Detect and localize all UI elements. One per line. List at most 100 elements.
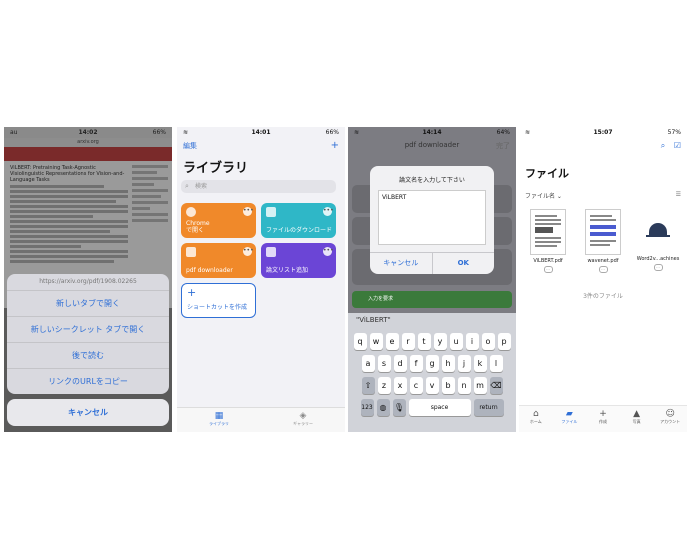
- plus-icon: +: [599, 409, 607, 419]
- more-icon[interactable]: •••: [243, 207, 254, 216]
- copy-link-button[interactable]: リンクのURLをコピー: [7, 369, 169, 394]
- shortcut-chrome[interactable]: ••• Chrome で開く: [181, 203, 256, 238]
- return-key[interactable]: return: [473, 399, 504, 416]
- key[interactable]: o: [481, 333, 495, 350]
- more-icon[interactable]: …: [543, 266, 553, 273]
- sort-selector[interactable]: ファイル名 ⌄: [525, 193, 562, 200]
- tab-library[interactable]: ▦ ライブラリ: [177, 408, 261, 432]
- action-label: 入力を要求: [368, 296, 394, 302]
- status-bar: ≋ 14:01 66%: [177, 127, 345, 138]
- globe-key[interactable]: ◍: [376, 399, 390, 416]
- paper-name-input[interactable]: ViLBERT: [378, 190, 486, 245]
- backspace-key[interactable]: ⌫: [489, 377, 503, 394]
- edit-button[interactable]: 編集: [183, 141, 197, 153]
- file-item[interactable]: Word2v...achines …: [635, 209, 681, 271]
- status-bar: au 14:02 66%: [4, 127, 172, 138]
- clock: 15:07: [593, 129, 613, 136]
- space-key[interactable]: space: [408, 399, 471, 416]
- key[interactable]: f: [409, 355, 423, 372]
- paper-content: ViLBERT: Pretraining Task-Agnostic Visio…: [10, 165, 128, 265]
- key[interactable]: j: [457, 355, 471, 372]
- cancel-button[interactable]: キャンセル: [7, 399, 169, 426]
- key[interactable]: u: [449, 333, 463, 350]
- list-view-icon[interactable]: ☰: [676, 191, 681, 198]
- paper-title[interactable]: ViLBERT: Pretraining Task-Agnostic Visio…: [10, 165, 128, 183]
- read-later-button[interactable]: 後で読む: [7, 343, 169, 369]
- more-icon[interactable]: •••: [323, 207, 334, 216]
- tab-home[interactable]: ⌂ ホーム: [519, 406, 553, 432]
- key[interactable]: v: [425, 377, 439, 394]
- more-icon[interactable]: …: [598, 266, 608, 273]
- file-name: ViLBERT.pdf: [533, 258, 563, 264]
- key[interactable]: p: [497, 333, 511, 350]
- more-icon[interactable]: …: [653, 264, 663, 271]
- shortcut-add-paper-list[interactable]: ••• 論文リスト追加: [261, 243, 336, 278]
- key[interactable]: i: [465, 333, 479, 350]
- key[interactable]: l: [489, 355, 503, 372]
- document-icon: [186, 247, 196, 257]
- key[interactable]: g: [425, 355, 439, 372]
- microphone-key[interactable]: 🎙: [392, 399, 406, 416]
- suggestion[interactable]: "ViLBERT": [348, 313, 516, 328]
- tab-create[interactable]: + 作成: [586, 406, 620, 432]
- keyboard: "ViLBERT" q w e r t y u i o p a s d f g …: [348, 313, 516, 432]
- dialog-cancel-button[interactable]: キャンセル: [370, 253, 432, 274]
- key[interactable]: a: [361, 355, 375, 372]
- tab-label: ライブラリ: [209, 421, 229, 426]
- more-icon[interactable]: •••: [323, 247, 334, 256]
- grid-icon: ▦: [214, 411, 224, 421]
- tab-files[interactable]: ▰ ファイル: [553, 406, 587, 432]
- file-name: wavenet.pdf: [587, 258, 619, 264]
- key[interactable]: e: [385, 333, 399, 350]
- status-bar: ≋ 15:07 57%: [519, 127, 687, 138]
- key-row-1: q w e r t y u i o p: [348, 333, 516, 350]
- key[interactable]: c: [409, 377, 423, 394]
- key[interactable]: n: [457, 377, 471, 394]
- key[interactable]: s: [377, 355, 391, 372]
- action-sheet: https://arxiv.org/pdf/1908.02265 新しいタブで開…: [7, 274, 169, 394]
- screen-pdf-downloader-input: ≋ 14:14 64% pdf downloader 完了 論文名を入力して下さ…: [348, 127, 516, 432]
- url-bar[interactable]: arxiv.org: [4, 138, 172, 147]
- search-input[interactable]: ⌕ 検索: [181, 180, 336, 193]
- key[interactable]: m: [473, 377, 487, 394]
- done-button[interactable]: 完了: [496, 141, 510, 151]
- key[interactable]: t: [417, 333, 431, 350]
- tab-gallery[interactable]: ◈ ギャラリー: [261, 408, 345, 432]
- key[interactable]: x: [393, 377, 407, 394]
- key[interactable]: w: [369, 333, 383, 350]
- key[interactable]: k: [473, 355, 487, 372]
- shortcut-pdf-downloader[interactable]: ••• pdf downloader: [181, 243, 256, 278]
- screen-shortcuts-library: ≋ 14:01 66% 編集 + ライブラリ ⌕ 検索 ••• Chrome で…: [177, 127, 345, 432]
- clock: 14:01: [251, 129, 271, 136]
- compass-icon: [186, 207, 196, 217]
- search-icon[interactable]: ⌕: [661, 141, 665, 150]
- add-icon[interactable]: +: [331, 141, 339, 153]
- key[interactable]: r: [401, 333, 415, 350]
- create-shortcut-label: ショートカットを作成: [187, 304, 248, 311]
- file-item[interactable]: wavenet.pdf …: [580, 209, 626, 273]
- key[interactable]: q: [353, 333, 367, 350]
- shortcut-file-download[interactable]: ••• ファイルのダウンロード: [261, 203, 336, 238]
- key[interactable]: b: [441, 377, 455, 394]
- dialog-ok-button[interactable]: OK: [431, 253, 495, 274]
- sheet-url: https://arxiv.org/pdf/1908.02265: [7, 274, 169, 291]
- ask-input-action[interactable]: 入力を要求: [352, 291, 512, 308]
- create-shortcut-button[interactable]: + ショートカットを作成: [181, 283, 256, 318]
- key[interactable]: h: [441, 355, 455, 372]
- key[interactable]: z: [377, 377, 391, 394]
- clock: 14:02: [78, 129, 98, 136]
- select-icon[interactable]: ☑: [674, 141, 681, 150]
- open-incognito-tab-button[interactable]: 新しいシークレット タブで開く: [7, 317, 169, 343]
- key[interactable]: y: [433, 333, 447, 350]
- tab-account[interactable]: ☺ アカウント: [653, 406, 687, 432]
- tab-photos[interactable]: ▲ 写真: [620, 406, 654, 432]
- more-icon[interactable]: •••: [243, 247, 254, 256]
- key[interactable]: d: [393, 355, 407, 372]
- numbers-key[interactable]: 123: [360, 399, 374, 416]
- clock: 14:14: [422, 129, 442, 136]
- arxiv-header: [4, 147, 172, 161]
- shift-key[interactable]: ⇧: [361, 377, 375, 394]
- tab-label: 作成: [598, 419, 607, 424]
- open-new-tab-button[interactable]: 新しいタブで開く: [7, 291, 169, 317]
- file-item[interactable]: ViLBERT.pdf …: [525, 209, 571, 273]
